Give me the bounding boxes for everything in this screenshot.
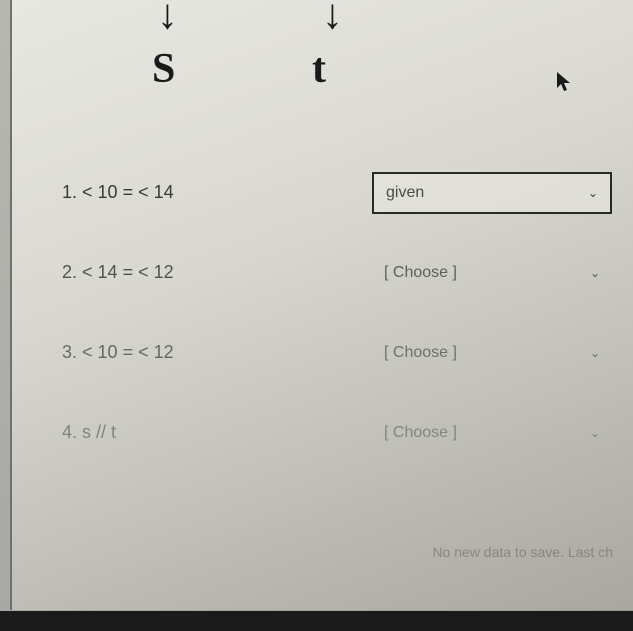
- cursor-icon: [555, 70, 573, 101]
- chevron-down-icon: ⌄: [590, 426, 600, 440]
- statement-text: < 10 = < 12: [82, 342, 174, 362]
- statement-text: s // t: [82, 422, 116, 442]
- statement-number: 1.: [62, 182, 77, 202]
- statement-number: 4.: [62, 422, 77, 442]
- reason-dropdown[interactable]: [ Choose ] ⌄: [372, 332, 612, 374]
- reason-dropdown[interactable]: [ Choose ] ⌄: [372, 412, 612, 454]
- reason-text: [ Choose ]: [384, 264, 457, 282]
- chevron-down-icon: ⌄: [588, 186, 598, 200]
- arrow-down-icon: ↓: [157, 0, 178, 38]
- reason-text: [ Choose ]: [384, 344, 457, 362]
- statement-text: < 10 = < 14: [82, 182, 174, 202]
- proof-row: 4. s // t [ Choose ] ⌄: [62, 410, 613, 455]
- save-status-text: No new data to save. Last ch: [432, 544, 613, 560]
- proof-statement: 3. < 10 = < 12: [62, 342, 372, 363]
- diagram-header: ↓ ↓ S t: [12, 0, 633, 110]
- proof-statement: 1. < 10 = < 14: [62, 182, 372, 203]
- statement-number: 2.: [62, 262, 77, 282]
- proof-row: 3. < 10 = < 12 [ Choose ] ⌄: [62, 330, 613, 375]
- proof-table: 1. < 10 = < 14 given ⌄ 2. < 14 = < 12 [ …: [12, 110, 633, 510]
- chevron-down-icon: ⌄: [590, 266, 600, 280]
- proof-row: 2. < 14 = < 12 [ Choose ] ⌄: [62, 250, 613, 295]
- arrow-down-icon: ↓: [322, 0, 343, 38]
- proof-statement: 4. s // t: [62, 422, 372, 443]
- line-label-t: t: [312, 45, 326, 93]
- chevron-down-icon: ⌄: [590, 346, 600, 360]
- proof-statement: 2. < 14 = < 12: [62, 262, 372, 283]
- reason-dropdown[interactable]: given ⌄: [372, 172, 612, 214]
- reason-text: given: [386, 184, 424, 202]
- reason-text: [ Choose ]: [384, 424, 457, 442]
- statement-text: < 14 = < 12: [82, 262, 174, 282]
- proof-row: 1. < 10 = < 14 given ⌄: [62, 170, 613, 215]
- reason-dropdown[interactable]: [ Choose ] ⌄: [372, 252, 612, 294]
- statement-number: 3.: [62, 342, 77, 362]
- line-label-s: S: [152, 45, 175, 93]
- worksheet-paper: ↓ ↓ S t 1. < 10 = < 14 given ⌄ 2. < 14 =…: [10, 0, 633, 610]
- bottom-bar: [0, 611, 633, 631]
